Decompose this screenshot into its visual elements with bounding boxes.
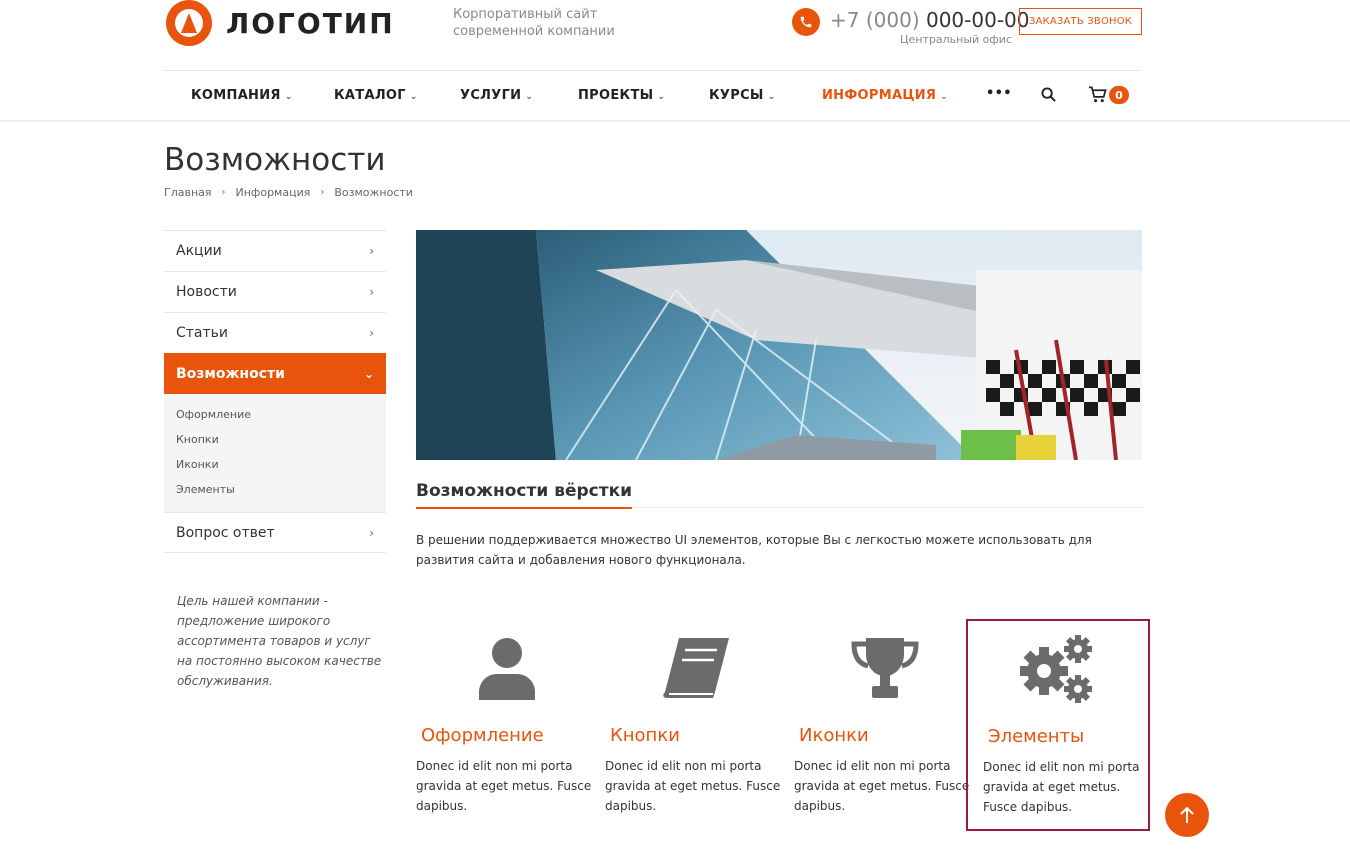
book-icon: [605, 620, 787, 715]
scroll-to-top-button[interactable]: [1165, 793, 1209, 837]
banner-image: [416, 230, 1142, 460]
feature-card-design[interactable]: Оформление Donec id elit non mi porta gr…: [416, 620, 598, 816]
cart-count-badge: 0: [1109, 86, 1129, 104]
gears-icon: [968, 621, 1148, 716]
feature-card-buttons[interactable]: Кнопки Donec id elit non mi porta gravid…: [605, 620, 787, 816]
main-nav: КОМПАНИЯ ⌄ КАТАЛОГ ⌄ УСЛУГИ ⌄ ПРОЕКТЫ ⌄ КУРС…: [164, 71, 1142, 120]
nav-item-company[interactable]: КОМПАНИЯ ⌄: [191, 88, 293, 103]
nav-item-projects[interactable]: ПРОЕКТЫ ⌄: [578, 88, 665, 103]
sidebar-item-features[interactable]: Возможности ⌄: [164, 353, 386, 394]
chevron-down-icon: ⌄: [409, 92, 418, 102]
breadcrumb: Главная › Информация › Возможности: [164, 186, 413, 199]
nav-item-catalog[interactable]: КАТАЛОГ ⌄: [334, 88, 418, 103]
search-icon[interactable]: [1041, 87, 1056, 106]
header-border: [0, 120, 1350, 122]
chevron-right-icon: ›: [369, 285, 374, 299]
breadcrumb-information[interactable]: Информация: [236, 186, 311, 199]
trophy-icon: [794, 620, 976, 715]
chevron-down-icon: ⌄: [284, 92, 293, 102]
sidebar-subitem-design[interactable]: Оформление: [176, 402, 374, 427]
feature-title: Кнопки: [610, 725, 680, 746]
feature-text: Donec id elit non mi porta gravida at eg…: [416, 759, 592, 813]
sidebar-item-articles[interactable]: Статьи ›: [164, 312, 386, 353]
nav-item-services[interactable]: УСЛУГИ ⌄: [460, 88, 533, 103]
chevron-right-icon: ›: [221, 187, 226, 198]
sidebar-item-faq[interactable]: Вопрос ответ ›: [164, 512, 386, 553]
slogan: Корпоративный сайт современной компании: [453, 7, 615, 39]
chevron-down-icon: ⌄: [363, 366, 374, 381]
sidebar-item-promotions[interactable]: Акции ›: [164, 230, 386, 271]
feature-title: Оформление: [421, 725, 544, 746]
arrow-up-icon: [1180, 806, 1194, 823]
nav-item-information[interactable]: ИНФОРМАЦИЯ ⌄: [822, 88, 948, 103]
chevron-right-icon: ›: [369, 525, 374, 540]
sidebar-item-news[interactable]: Новости ›: [164, 271, 386, 312]
chevron-right-icon: ›: [320, 187, 325, 198]
chevron-down-icon: ⌄: [525, 92, 534, 102]
office-label: Центральный офис: [900, 33, 1012, 46]
feature-title: Иконки: [799, 725, 869, 746]
feature-text: Donec id elit non mi porta gravida at eg…: [794, 759, 970, 813]
sidebar-submenu: Оформление Кнопки Иконки Элементы: [164, 394, 386, 512]
chevron-down-icon: ⌄: [767, 92, 776, 102]
nav-item-courses[interactable]: КУРСЫ ⌄: [709, 88, 776, 103]
logo-mark-icon: [166, 0, 212, 46]
chevron-right-icon: ›: [369, 244, 374, 258]
sidebar-subitem-icons[interactable]: Иконки: [176, 452, 374, 477]
more-menu-button[interactable]: •••: [986, 86, 1012, 101]
feature-title: Элементы: [988, 726, 1085, 747]
chevron-down-icon: ⌄: [940, 92, 949, 102]
logo[interactable]: ЛОГОТИП: [166, 0, 395, 46]
breadcrumb-current: Возможности: [334, 186, 413, 199]
sidebar-subitem-elements[interactable]: Элементы: [176, 477, 374, 502]
user-icon: [416, 620, 598, 715]
breadcrumb-home[interactable]: Главная: [164, 186, 212, 199]
chevron-down-icon: ⌄: [657, 92, 666, 102]
chevron-right-icon: ›: [369, 326, 374, 340]
feature-text: Donec id elit non mi porta gravida at eg…: [983, 760, 1140, 814]
phone-icon: [792, 8, 820, 36]
sidebar-menu: Акции › Новости › Статьи › Возможности ⌄ Офо…: [164, 230, 386, 553]
feature-card-elements[interactable]: Элементы Donec id elit non mi porta grav…: [966, 619, 1150, 831]
section-heading: Возможности вёрстки: [416, 481, 633, 509]
logo-text: ЛОГОТИП: [226, 6, 395, 40]
lead-text: В решении поддерживается множество UI эл…: [416, 533, 1092, 567]
sidebar-subitem-buttons[interactable]: Кнопки: [176, 427, 374, 452]
phone-number[interactable]: +7 (000) 000-00-00: [830, 8, 1030, 32]
page-title: Возможности: [164, 142, 386, 178]
feature-card-icons[interactable]: Иконки Donec id elit non mi porta gravid…: [794, 620, 976, 816]
callback-button[interactable]: ЗАКАЗАТЬ ЗВОНОК: [1019, 8, 1142, 35]
feature-text: Donec id elit non mi porta gravida at eg…: [605, 759, 781, 813]
mission-text: Цель нашей компании - предложение широко…: [177, 594, 382, 688]
cart-icon[interactable]: [1088, 86, 1107, 108]
